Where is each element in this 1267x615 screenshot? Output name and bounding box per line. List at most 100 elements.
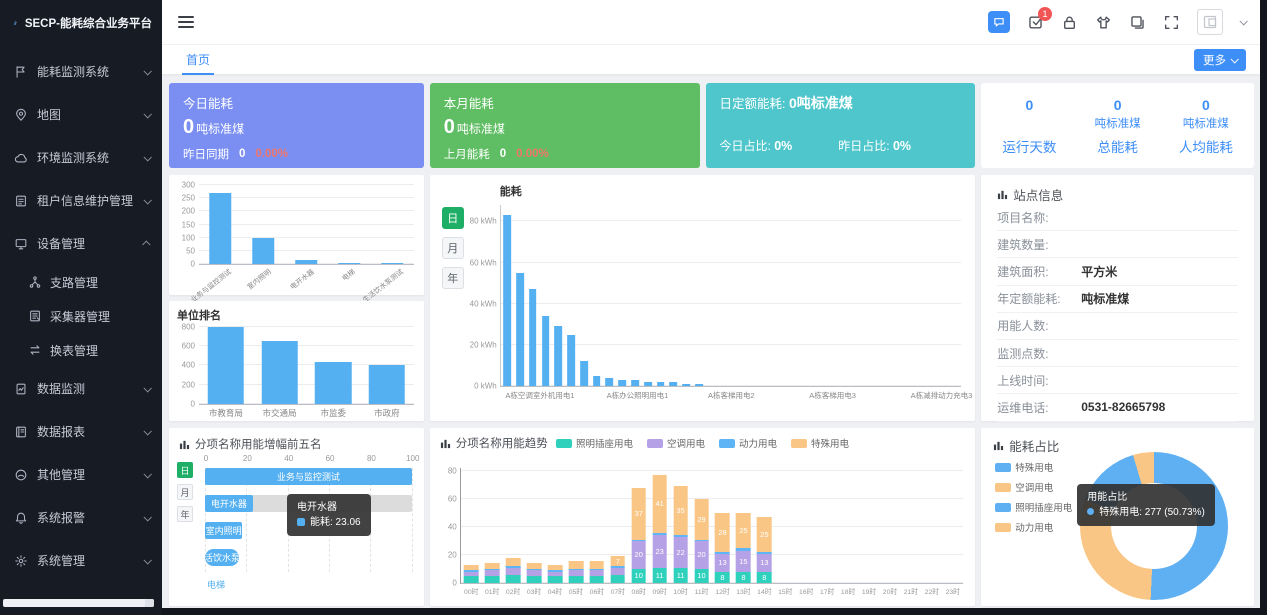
bar[interactable] xyxy=(606,378,614,386)
lock-icon[interactable] xyxy=(1061,14,1078,31)
stacked-bar-segment[interactable] xyxy=(485,563,500,569)
stacked-bar-segment[interactable] xyxy=(652,533,667,536)
sidebar-item-system-alarm[interactable]: 系统报警 xyxy=(0,496,162,539)
stacked-bar-segment[interactable] xyxy=(485,576,500,583)
stacked-bar-segment[interactable] xyxy=(590,576,605,583)
bar[interactable] xyxy=(210,193,231,264)
stacked-bar-segment[interactable] xyxy=(757,552,772,553)
bar[interactable] xyxy=(631,380,639,386)
stacked-bar-segment[interactable] xyxy=(464,572,479,576)
bar[interactable] xyxy=(339,263,360,264)
stacked-bar-segment[interactable]: 41 xyxy=(652,475,667,533)
bar[interactable]: 室内照明 xyxy=(205,522,242,539)
scrollbar-arrow-icon[interactable] xyxy=(145,599,154,607)
stacked-bar-segment[interactable] xyxy=(464,570,479,571)
copy-pages-icon[interactable] xyxy=(1129,14,1146,31)
stacked-bar-segment[interactable] xyxy=(464,565,479,571)
stacked-bar-segment[interactable]: 7 xyxy=(610,556,625,566)
stacked-bar-segment[interactable] xyxy=(569,561,584,569)
bar[interactable] xyxy=(315,362,352,404)
bar[interactable] xyxy=(580,361,588,386)
bar[interactable] xyxy=(618,380,626,386)
energy-share-donut[interactable] xyxy=(1080,452,1228,600)
stacked-bar-segment[interactable] xyxy=(610,575,625,583)
toggle-month[interactable]: 月 xyxy=(442,237,464,259)
sidebar-item-other-management[interactable]: 其他管理 xyxy=(0,453,162,496)
stacked-bar-segment[interactable] xyxy=(527,563,542,569)
bar[interactable] xyxy=(516,273,524,386)
bar[interactable] xyxy=(567,335,575,386)
avatar[interactable] xyxy=(1197,9,1223,35)
stacked-bar-segment[interactable] xyxy=(548,572,563,576)
bar[interactable] xyxy=(657,382,665,386)
fullscreen-icon[interactable] xyxy=(1163,14,1180,31)
notification-button[interactable]: 1 xyxy=(1027,14,1044,31)
stacked-bar-segment[interactable] xyxy=(569,570,584,576)
menu-toggle-icon[interactable] xyxy=(178,16,194,28)
stacked-bar-segment[interactable]: 10 xyxy=(694,569,709,583)
stacked-bar-segment[interactable] xyxy=(506,575,521,583)
message-button[interactable] xyxy=(988,11,1010,33)
legend-item[interactable]: 照明插座用电 xyxy=(995,500,1072,514)
chevron-down-icon[interactable] xyxy=(1239,17,1247,25)
bar[interactable] xyxy=(682,384,690,386)
stacked-bar-segment[interactable] xyxy=(548,576,563,583)
legend-item[interactable]: 空调用电 xyxy=(647,436,705,450)
stacked-bar-segment[interactable] xyxy=(569,569,584,570)
stacked-bar-segment[interactable]: 37 xyxy=(631,488,646,540)
stacked-bar-segment[interactable]: 35 xyxy=(673,486,688,535)
stacked-bar-segment[interactable]: 23 xyxy=(652,535,667,567)
sidebar-item-data-monitoring[interactable]: 数据监测 xyxy=(0,367,162,410)
bar[interactable] xyxy=(593,376,601,386)
stacked-bar-segment[interactable] xyxy=(485,570,500,576)
stacked-bar-segment[interactable]: 13 xyxy=(757,554,772,572)
stacked-bar-segment[interactable] xyxy=(673,535,688,536)
stacked-bar-segment[interactable] xyxy=(464,576,479,583)
sidebar-item-energy-monitoring[interactable]: 能耗监测系统 xyxy=(0,50,162,93)
stacked-bar-segment[interactable]: 13 xyxy=(715,554,730,572)
stacked-bar-segment[interactable]: 8 xyxy=(736,572,751,583)
bar[interactable] xyxy=(369,365,406,405)
stacked-bar-segment[interactable] xyxy=(506,558,521,566)
bar[interactable] xyxy=(296,260,317,264)
theme-tshirt-icon[interactable] xyxy=(1095,14,1112,31)
bar[interactable]: 业务与监控测试 xyxy=(205,468,412,485)
stacked-bar-segment[interactable]: 28 xyxy=(715,513,730,552)
stacked-bar-segment[interactable] xyxy=(631,540,646,541)
sidebar-item-map[interactable]: 地图 xyxy=(0,93,162,136)
stacked-bar-segment[interactable] xyxy=(485,569,500,570)
more-button[interactable]: 更多 xyxy=(1194,49,1246,71)
legend-item[interactable]: 特殊用电 xyxy=(791,436,849,450)
bar[interactable] xyxy=(208,327,245,404)
bar[interactable]: 生活饮水泵压 xyxy=(205,549,239,566)
stacked-bar-segment[interactable] xyxy=(527,570,542,576)
stacked-bar-segment[interactable] xyxy=(527,569,542,570)
stacked-bar-segment[interactable] xyxy=(548,565,563,571)
toggle-day[interactable]: 日 xyxy=(442,207,464,229)
toggle-year[interactable]: 年 xyxy=(177,506,193,522)
legend-item[interactable]: 空调用电 xyxy=(995,480,1072,494)
bar[interactable] xyxy=(503,215,511,386)
bar[interactable] xyxy=(670,382,678,386)
stacked-bar-segment[interactable]: 11 xyxy=(652,568,667,583)
bar[interactable]: 电开水器 xyxy=(205,495,253,512)
legend-item[interactable]: 动力用电 xyxy=(719,436,777,450)
stacked-bar-segment[interactable] xyxy=(610,568,625,575)
sidebar-subitem-branch-management[interactable]: 支路管理 xyxy=(0,265,162,299)
stacked-bar-segment[interactable]: 8 xyxy=(757,572,772,583)
sidebar-subitem-meter-swap-management[interactable]: 换表管理 xyxy=(0,333,162,367)
toggle-year[interactable]: 年 xyxy=(442,267,464,289)
stacked-bar-segment[interactable] xyxy=(590,569,605,570)
bar[interactable] xyxy=(261,341,298,404)
stacked-bar-segment[interactable] xyxy=(569,576,584,583)
stacked-bar-segment[interactable]: 20 xyxy=(694,541,709,569)
stacked-bar-segment[interactable]: 22 xyxy=(673,537,688,568)
bar[interactable] xyxy=(253,238,274,264)
stacked-bar-segment[interactable] xyxy=(548,570,563,571)
stacked-bar-segment[interactable]: 15 xyxy=(736,551,751,572)
sidebar-horizontal-scrollbar[interactable] xyxy=(3,599,154,607)
bar[interactable] xyxy=(695,384,703,386)
stacked-bar-segment[interactable] xyxy=(590,570,605,576)
sidebar-item-tenant-management[interactable]: 租户信息维护管理 xyxy=(0,179,162,222)
stacked-bar-segment[interactable]: 29 xyxy=(694,499,709,540)
